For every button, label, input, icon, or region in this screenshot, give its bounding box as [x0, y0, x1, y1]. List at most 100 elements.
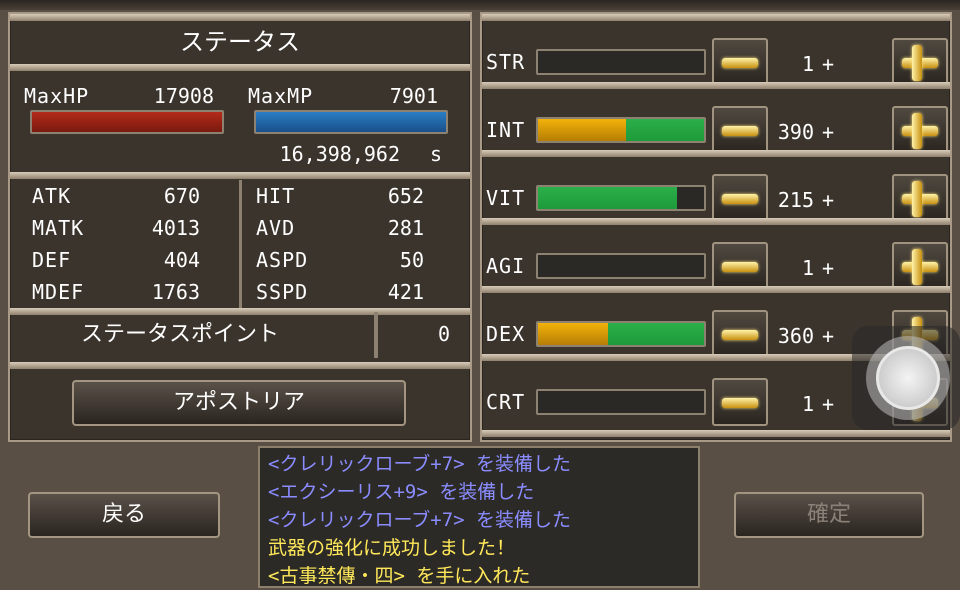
attribute-value: 360 [777, 324, 814, 348]
minus-icon [722, 398, 758, 408]
plus-icon [894, 108, 946, 152]
log-line: <エクシーリス+9> を装備した [268, 481, 535, 503]
confirm-button[interactable]: 確定 [734, 492, 924, 538]
plus-suffix: + [822, 392, 836, 416]
increase-button[interactable] [892, 38, 948, 86]
plus-suffix: + [822, 188, 836, 212]
attribute-value: 390 [777, 120, 814, 144]
maxhp-value: 17908 [153, 84, 214, 108]
plus-suffix: + [822, 52, 836, 76]
stat-label: MATK [32, 216, 85, 240]
attribute-gauge [536, 389, 706, 415]
confirm-button-label: 確定 [806, 502, 851, 527]
top-frame [0, 0, 960, 10]
attribute-gauge-fill [538, 119, 704, 141]
attribute-gauge-fill [538, 187, 704, 209]
class-button[interactable]: アポストリア [72, 380, 406, 426]
minus-icon [722, 58, 758, 68]
stat-label: MDEF [32, 280, 85, 304]
stat-value: 1763 [151, 280, 200, 304]
attribute-label: INT [486, 118, 526, 142]
stat-value: 652 [387, 184, 424, 208]
attribute-gauge [536, 253, 706, 279]
minus-icon [722, 262, 758, 272]
attribute-label: VIT [486, 186, 526, 210]
points-divider [374, 312, 378, 358]
stat-label: SSPD [256, 280, 309, 304]
log-line: <クレリックローブ+7> を装備した [268, 509, 572, 531]
increase-button[interactable] [892, 106, 948, 154]
attribute-gauge-fill [538, 51, 704, 73]
stat-label: HIT [256, 184, 296, 208]
stat-value: 50 [399, 248, 424, 272]
class-button-label: アポストリア [172, 390, 305, 415]
maxmp-label: MaxMP [248, 84, 314, 108]
status-points-value: 0 [437, 322, 450, 346]
attribute-value: 215 [777, 188, 814, 212]
stat-value: 421 [387, 280, 424, 304]
virtual-joystick[interactable] [852, 326, 960, 430]
attribute-gauge [536, 49, 706, 75]
stats-column-divider [239, 180, 242, 308]
minus-icon [722, 126, 758, 136]
maxhp-label: MaxHP [24, 84, 90, 108]
time-unit: s [430, 142, 444, 166]
gauge-green-segment [538, 187, 678, 209]
attribute-label: DEX [486, 322, 526, 346]
divider [10, 64, 470, 71]
divider [482, 286, 950, 293]
stat-label: DEF [32, 248, 72, 272]
plus-icon [894, 40, 946, 84]
log-line: 武器の強化に成功しました！ [268, 537, 516, 559]
stat-value: 281 [387, 216, 424, 240]
divider [482, 150, 950, 157]
divider [10, 362, 470, 369]
minus-icon [722, 330, 758, 340]
stat-value: 404 [163, 248, 200, 272]
message-log: <クレリックローブ+7> を装備した <エクシーリス+9> を装備した <クレリック… [258, 446, 700, 588]
plus-icon [894, 244, 946, 288]
divider [482, 14, 950, 21]
attribute-value: 1 [801, 392, 814, 416]
increase-button[interactable] [892, 242, 948, 290]
attribute-value: 1 [801, 52, 814, 76]
divider [482, 218, 950, 225]
mp-gauge [254, 110, 448, 134]
attribute-gauge-fill [538, 323, 704, 345]
attribute-gauge-fill [538, 255, 704, 277]
attribute-label: STR [486, 50, 526, 74]
stat-value: 4013 [151, 216, 200, 240]
gauge-yellow-segment [538, 119, 626, 141]
stat-value: 670 [163, 184, 200, 208]
divider [10, 308, 470, 315]
time-value: 16,398,962 [279, 142, 400, 166]
divider [482, 82, 950, 89]
minus-icon [722, 194, 758, 204]
joystick-knob[interactable] [876, 346, 940, 410]
hp-gauge-fill [32, 112, 222, 132]
divider [10, 172, 470, 179]
hp-gauge [30, 110, 224, 134]
plus-suffix: + [822, 120, 836, 144]
back-button-label: 戻る [101, 502, 146, 527]
attribute-gauge [536, 321, 706, 347]
gauge-green-segment [625, 119, 704, 141]
stat-label: ASPD [256, 248, 309, 272]
maxmp-value: 7901 [389, 84, 438, 108]
stat-label: AVD [256, 216, 296, 240]
attribute-value: 1 [801, 256, 814, 280]
stat-label: ATK [32, 184, 72, 208]
gauge-green-segment [607, 323, 704, 345]
increase-button[interactable] [892, 174, 948, 222]
gauge-yellow-segment [538, 323, 608, 345]
attribute-label: AGI [486, 254, 526, 278]
attribute-gauge-fill [538, 391, 704, 413]
status-points-label: ステータスポイント [80, 322, 279, 347]
back-button[interactable]: 戻る [28, 492, 220, 538]
divider [10, 14, 470, 21]
log-line: <古事禁傳・四> を手に入れた [268, 565, 531, 587]
log-line: <クレリックローブ+7> を装備した [268, 453, 572, 475]
status-title: ステータス [180, 28, 300, 56]
plus-suffix: + [822, 256, 836, 280]
attribute-label: CRT [486, 390, 526, 414]
